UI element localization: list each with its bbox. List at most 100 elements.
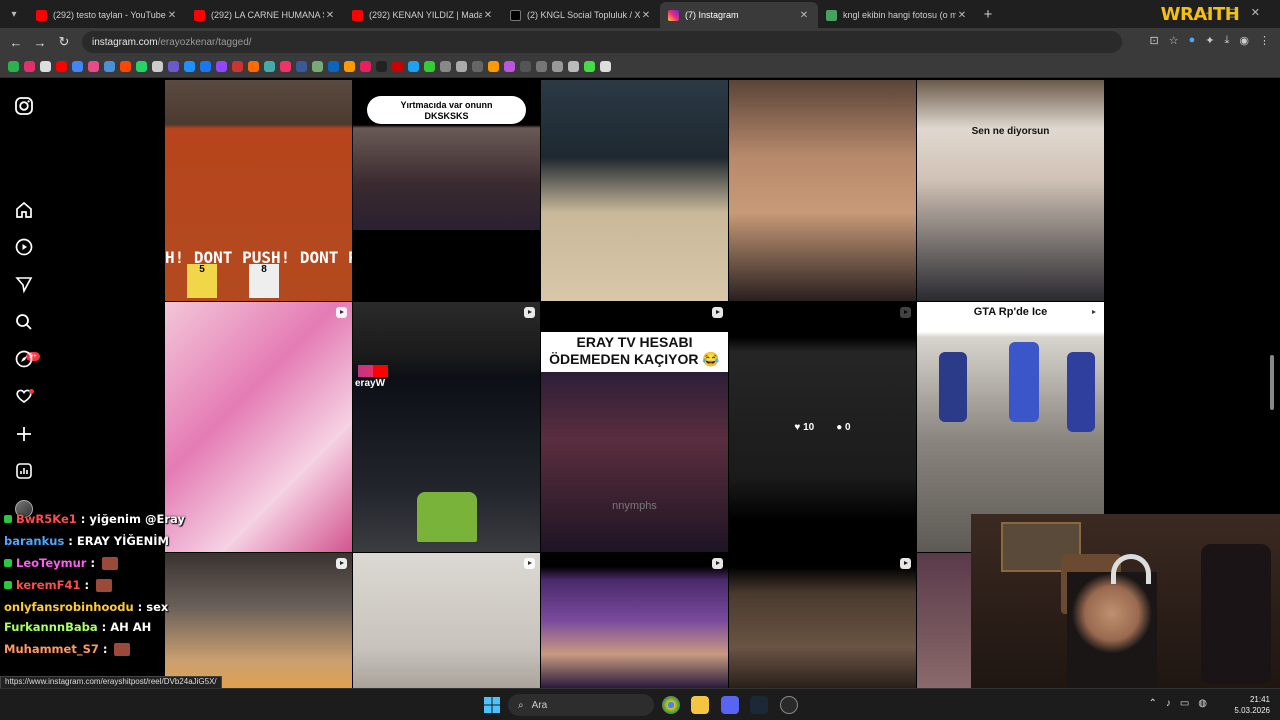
bookmark-favicon-icon[interactable] [232, 61, 243, 72]
post-tile[interactable] [165, 302, 352, 552]
tab-youtube-kenan[interactable]: (292) KENAN YILDIZ | Madara C ✕ [344, 2, 502, 28]
bookmark-favicon-icon[interactable] [248, 61, 259, 72]
bookmark-favicon-icon[interactable] [504, 61, 515, 72]
messages-icon[interactable] [14, 274, 34, 294]
install-app-icon[interactable]: ⊡ [1150, 34, 1159, 47]
steam-icon[interactable] [750, 696, 768, 714]
close-icon[interactable]: ✕ [166, 10, 178, 21]
bookmark-favicon-icon[interactable] [408, 61, 419, 72]
post-tile[interactable] [353, 553, 540, 688]
bookmark-favicon-icon[interactable] [280, 61, 291, 72]
app-icon[interactable] [780, 696, 798, 714]
bookmark-favicon-icon[interactable] [392, 61, 403, 72]
bookmark-favicon-icon[interactable] [264, 61, 275, 72]
post-tile[interactable]: H! DONT PUSH! DONT PU 5 8 [165, 80, 352, 301]
reels-icon[interactable] [14, 237, 34, 257]
bookmark-favicon-icon[interactable] [72, 61, 83, 72]
close-icon[interactable]: ✕ [956, 10, 968, 21]
post-tile[interactable] [165, 553, 352, 688]
post-tile-hovered[interactable]: ♥ 10 ● 0 [729, 302, 916, 552]
close-icon[interactable]: ✕ [324, 10, 336, 21]
bookmark-favicon-icon[interactable] [104, 61, 115, 72]
search-icon[interactable] [14, 312, 34, 332]
post-tile[interactable] [541, 80, 728, 301]
window-controls[interactable]: –▢✕ [1206, 6, 1274, 19]
bookmark-favicon-icon[interactable] [136, 61, 147, 72]
bookmark-favicon-icon[interactable] [360, 61, 371, 72]
bookmark-favicon-icon[interactable] [328, 61, 339, 72]
home-icon[interactable] [14, 200, 34, 220]
bookmark-favicon-icon[interactable] [200, 61, 211, 72]
forward-icon[interactable]: → [28, 35, 52, 50]
bookmark-favicon-icon[interactable] [552, 61, 563, 72]
bookmark-favicon-icon[interactable] [584, 61, 595, 72]
bookmark-favicon-icon[interactable] [184, 61, 195, 72]
discord-icon[interactable] [721, 696, 739, 714]
chat-text: AH AH [110, 620, 152, 634]
post-tile[interactable]: Yırtmacıda var onunn DKSKSKS [353, 80, 540, 230]
extension-icon[interactable]: ● [1189, 34, 1196, 47]
tab-instagram[interactable]: (7) Instagram ✕ [660, 2, 818, 28]
tab-search-button[interactable]: ▾ [0, 0, 28, 28]
bookmark-favicon-icon[interactable] [216, 61, 227, 72]
tab-youtube-testo[interactable]: (292) testo taylan - YouTube ✕ [28, 2, 186, 28]
back-icon[interactable]: ← [4, 35, 28, 50]
bookmark-favicon-icon[interactable] [24, 61, 35, 72]
puzzle-icon[interactable]: ✦ [1205, 34, 1214, 47]
post-tile[interactable] [729, 553, 916, 688]
bookmark-favicon-icon[interactable] [440, 61, 451, 72]
post-tile[interactable] [729, 80, 916, 301]
page-scrollbar[interactable] [1270, 355, 1274, 410]
address-bar[interactable]: instagram.com/erayozkenar/tagged/ [82, 31, 1122, 53]
bookmark-favicon-icon[interactable] [168, 61, 179, 72]
bookmark-favicon-icon[interactable] [424, 61, 435, 72]
bookmark-favicon-icon[interactable] [456, 61, 467, 72]
bookmark-favicon-icon[interactable] [520, 61, 531, 72]
search-placeholder: Ara [531, 699, 548, 711]
chat-message: BwR5Ke1 : yiğenim @Eray [4, 512, 185, 526]
bookmark-favicon-icon[interactable] [472, 61, 483, 72]
close-icon[interactable]: ✕ [482, 10, 494, 21]
menu-icon[interactable]: ⋮ [1259, 34, 1270, 47]
bookmark-favicon-icon[interactable] [152, 61, 163, 72]
close-icon[interactable]: ✕ [640, 10, 652, 21]
bookmark-favicon-icon[interactable] [88, 61, 99, 72]
post-tile[interactable]: erayW [353, 302, 540, 552]
post-tile[interactable]: ERAY TV HESABI ÖDEMEDEN KAÇIYOR 😂 nnymph… [541, 302, 728, 552]
explore-compass-icon[interactable] [14, 349, 34, 369]
taskbar-search[interactable]: ⌕ Ara [508, 694, 654, 716]
close-icon[interactable]: ✕ [798, 10, 810, 21]
chrome-icon[interactable] [662, 696, 680, 714]
system-tray[interactable]: ⌃♪▭◍ [1148, 698, 1216, 709]
search-icon: ⌕ [518, 699, 524, 711]
tab-youtube-la-carne[interactable]: (292) LA CARNE HUMANA SE C ✕ [186, 2, 344, 28]
windows-start-icon[interactable] [484, 697, 500, 713]
bookmark-favicon-icon[interactable] [56, 61, 67, 72]
bookmark-favicon-icon[interactable] [376, 61, 387, 72]
post-tile[interactable]: Sen ne diyorsun [917, 80, 1104, 301]
bookmark-favicon-icon[interactable] [488, 61, 499, 72]
download-icon[interactable]: ⤓ [1225, 34, 1230, 47]
post-tile[interactable] [541, 553, 728, 688]
bookmark-favicon-icon[interactable] [568, 61, 579, 72]
instagram-logo-icon[interactable] [14, 96, 34, 116]
profile-icon[interactable]: ◉ [1239, 34, 1249, 47]
bookmark-favicon-icon[interactable] [120, 61, 131, 72]
system-clock[interactable]: 21:41 5.03.2026 [1234, 694, 1270, 716]
bookmark-favicon-icon[interactable] [536, 61, 547, 72]
tab-x-kngl[interactable]: (2) KNGL Social Topluluk / X ✕ [502, 2, 660, 28]
bookmark-favicon-icon[interactable] [344, 61, 355, 72]
new-tab-button[interactable]: + [976, 6, 1000, 23]
bookmark-favicon-icon[interactable] [312, 61, 323, 72]
file-explorer-icon[interactable] [691, 696, 709, 714]
bookmark-favicon-icon[interactable] [296, 61, 307, 72]
chat-username: BwR5Ke1 [16, 512, 77, 526]
bookmark-star-icon[interactable]: ☆ [1169, 34, 1179, 47]
bookmark-favicon-icon[interactable] [600, 61, 611, 72]
bookmark-favicon-icon[interactable] [40, 61, 51, 72]
create-plus-icon[interactable] [14, 424, 34, 444]
dashboard-icon[interactable] [14, 461, 34, 481]
tab-kngl-photo[interactable]: kngl ekibin hangi fotosu (o mu ✕ [818, 2, 976, 28]
bookmark-favicon-icon[interactable] [8, 61, 19, 72]
reload-icon[interactable]: ↻ [52, 34, 76, 50]
